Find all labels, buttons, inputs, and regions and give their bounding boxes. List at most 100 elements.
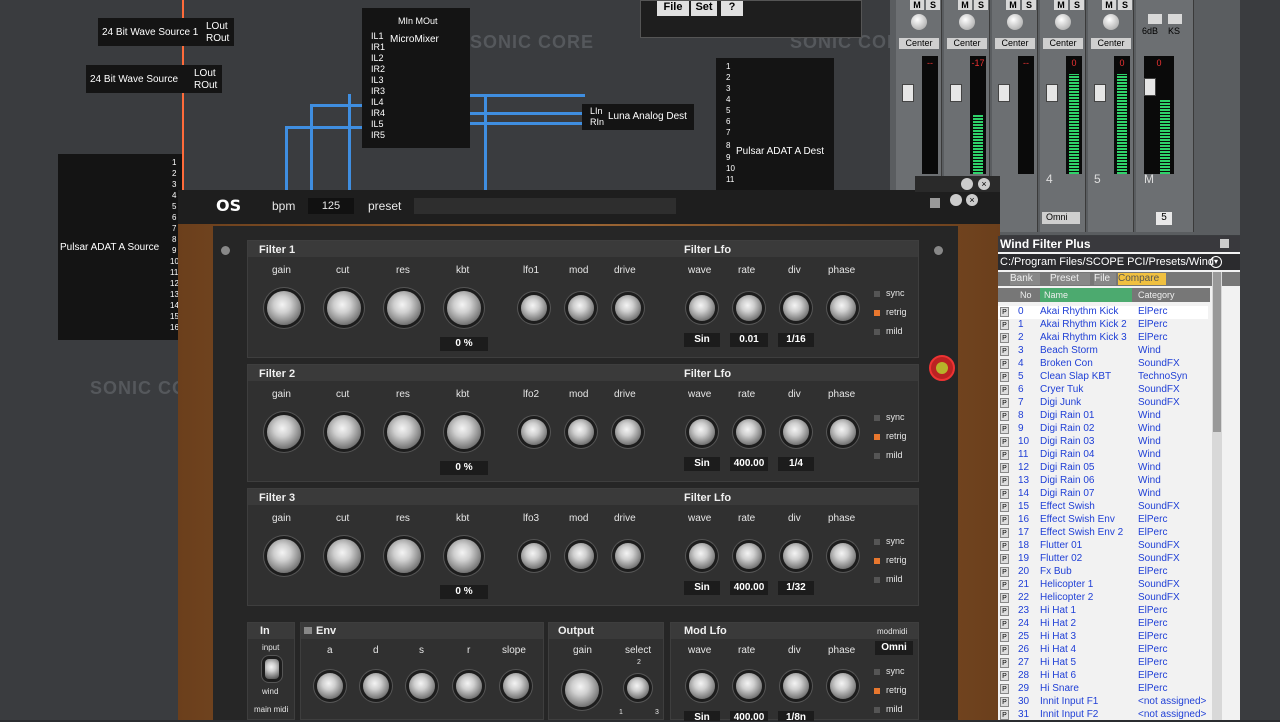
channel-fader[interactable] xyxy=(1046,84,1058,102)
sustain-knob[interactable] xyxy=(409,673,435,699)
preset-field[interactable] xyxy=(414,198,676,214)
micromixer-module[interactable]: MIn MOut MicroMixer IL1 IR1 IL2 IR2 IL3 … xyxy=(362,8,470,148)
port-rout[interactable]: ROut xyxy=(194,80,217,91)
rate-knob[interactable] xyxy=(736,673,762,699)
kbt-knob[interactable] xyxy=(447,539,481,573)
mild-led[interactable] xyxy=(874,707,880,713)
port[interactable]: IR2 xyxy=(371,64,385,74)
port[interactable]: 8 xyxy=(172,235,176,244)
mild-led[interactable] xyxy=(874,329,880,335)
mute-button[interactable]: M xyxy=(910,0,924,10)
phase-knob[interactable] xyxy=(830,295,856,321)
env-toggle-icon[interactable] xyxy=(304,627,312,634)
list-item[interactable]: P 23 Hi Hat 1 ElPerc xyxy=(998,605,1208,618)
rate-knob[interactable] xyxy=(736,543,762,569)
list-item[interactable]: P 5 Clean Slap KBT TechnoSyn xyxy=(998,371,1208,384)
port[interactable]: 3 xyxy=(726,84,730,93)
div-value[interactable]: 1/32 xyxy=(778,581,814,595)
list-item[interactable]: P 12 Digi Rain 05 Wind xyxy=(998,462,1208,475)
port[interactable]: 2 xyxy=(172,169,176,178)
gain-knob[interactable] xyxy=(267,415,301,449)
set-menu[interactable]: Set xyxy=(691,1,717,16)
list-item[interactable]: P 29 Hi Snare ElPerc xyxy=(998,683,1208,696)
preset-scrollbar[interactable] xyxy=(1212,272,1222,720)
port[interactable]: 1 xyxy=(172,158,176,167)
port-lin[interactable]: LIn xyxy=(590,106,603,116)
div-knob[interactable] xyxy=(783,673,809,699)
maximize-icon[interactable] xyxy=(1220,239,1229,248)
list-item[interactable]: P 27 Hi Hat 5 ElPerc xyxy=(998,657,1208,670)
close-icon[interactable]: × xyxy=(966,194,978,206)
div-knob[interactable] xyxy=(783,543,809,569)
mild-led[interactable] xyxy=(874,577,880,583)
drive-knob[interactable] xyxy=(615,543,641,569)
list-item[interactable]: P 20 Fx Bub ElPerc xyxy=(998,566,1208,579)
port[interactable]: 5 xyxy=(726,106,730,115)
port[interactable]: IL4 xyxy=(371,97,384,107)
cut-knob[interactable] xyxy=(327,539,361,573)
kbt-value[interactable]: 0 % xyxy=(440,585,488,599)
solo-button[interactable]: S xyxy=(974,0,988,10)
list-item[interactable]: P 28 Hi Hat 6 ElPerc xyxy=(998,670,1208,683)
mute-button[interactable]: M xyxy=(1006,0,1020,10)
list-item[interactable]: P 6 Cryer Tuk SoundFX xyxy=(998,384,1208,397)
list-item[interactable]: P 9 Digi Rain 02 Wind xyxy=(998,423,1208,436)
luna-analog-dest-module[interactable]: LIn RIn Luna Analog Dest xyxy=(582,104,694,130)
list-item[interactable]: P 10 Digi Rain 03 Wind xyxy=(998,436,1208,449)
6db-button[interactable] xyxy=(1148,14,1162,24)
res-knob[interactable] xyxy=(387,291,421,325)
port[interactable]: 6 xyxy=(726,117,730,126)
modmidi-field[interactable]: Omni xyxy=(875,641,913,655)
wave-value[interactable]: Sin xyxy=(684,333,720,347)
attack-knob[interactable] xyxy=(317,673,343,699)
pan-knob[interactable] xyxy=(959,14,975,30)
kbt-knob[interactable] xyxy=(447,415,481,449)
rate-knob[interactable] xyxy=(736,295,762,321)
bpm-field[interactable]: 125 xyxy=(308,198,354,214)
close-icon[interactable]: × xyxy=(978,178,990,190)
tab-compare[interactable]: Compare xyxy=(1118,273,1166,285)
kbt-knob[interactable] xyxy=(447,291,481,325)
wave-source-1-module[interactable]: 24 Bit Wave Source 1 LOut ROut xyxy=(98,18,234,46)
channel-fader[interactable] xyxy=(1094,84,1106,102)
retrig-led[interactable] xyxy=(874,688,880,694)
gain-knob[interactable] xyxy=(267,539,301,573)
rate-value[interactable]: 0.01 xyxy=(730,333,768,347)
mild-led[interactable] xyxy=(874,453,880,459)
phase-knob[interactable] xyxy=(830,673,856,699)
list-item[interactable]: P 30 Innit Input F1 <not assigned> xyxy=(998,696,1208,709)
pan-knob[interactable] xyxy=(1055,14,1071,30)
input-switch[interactable] xyxy=(265,659,279,679)
path-dropdown-icon[interactable]: ▾ xyxy=(1210,256,1222,268)
mod-knob[interactable] xyxy=(568,543,594,569)
col-no[interactable]: No xyxy=(1020,290,1032,300)
sync-led[interactable] xyxy=(874,415,880,421)
port[interactable]: 11 xyxy=(726,175,734,184)
wave-knob[interactable] xyxy=(689,295,715,321)
rate-value[interactable]: 400.00 xyxy=(730,457,768,471)
wave-knob[interactable] xyxy=(689,673,715,699)
list-item[interactable]: P 31 Innit Input F2 <not assigned> xyxy=(998,709,1208,722)
port[interactable]: 3 xyxy=(172,180,176,189)
cut-knob[interactable] xyxy=(327,415,361,449)
mod-knob[interactable] xyxy=(568,295,594,321)
list-item[interactable]: P 13 Digi Rain 06 Wind xyxy=(998,475,1208,488)
list-item[interactable]: P 24 Hi Hat 2 ElPerc xyxy=(998,618,1208,631)
list-item[interactable]: P 17 Effect Swish Env 2 ElPerc xyxy=(998,527,1208,540)
list-item[interactable]: P 2 Akai Rhythm Kick 3 ElPerc xyxy=(998,332,1208,345)
list-item[interactable]: P 22 Helicopter 2 SoundFX xyxy=(998,592,1208,605)
retrig-led[interactable] xyxy=(874,434,880,440)
div-knob[interactable] xyxy=(783,295,809,321)
div-value[interactable]: 1/4 xyxy=(778,457,814,471)
port[interactable]: 8 xyxy=(726,141,730,150)
ks-button[interactable] xyxy=(1168,14,1182,24)
restore-icon[interactable] xyxy=(930,198,940,208)
div-value[interactable]: 1/16 xyxy=(778,333,814,347)
drive-knob[interactable] xyxy=(615,419,641,445)
port[interactable]: 1 xyxy=(726,62,730,71)
retrig-led[interactable] xyxy=(874,558,880,564)
release-knob[interactable] xyxy=(456,673,482,699)
port[interactable]: IR4 xyxy=(371,108,385,118)
list-item[interactable]: P 8 Digi Rain 01 Wind xyxy=(998,410,1208,423)
list-item[interactable]: P 14 Digi Rain 07 Wind xyxy=(998,488,1208,501)
